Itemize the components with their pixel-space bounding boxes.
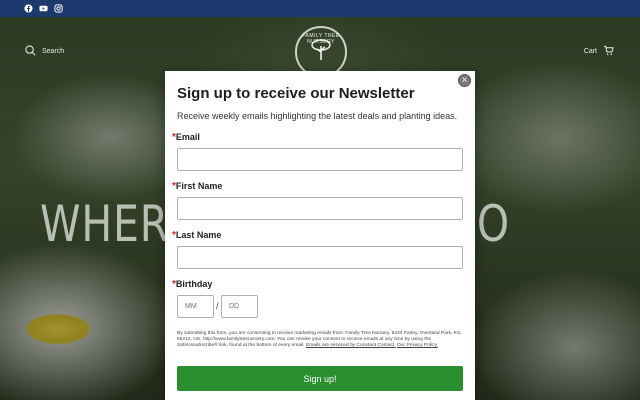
birthday-month-field[interactable] (177, 295, 214, 318)
cart-label: Cart (583, 48, 597, 55)
consent-text: By submitting this form, you are consent… (177, 331, 462, 348)
email-field[interactable] (177, 148, 463, 171)
modal-subtitle: Receive weekly emails highlighting the l… (177, 111, 458, 121)
close-button[interactable]: × (458, 74, 471, 87)
first-name-field[interactable] (177, 197, 463, 220)
search-label: Search (42, 48, 65, 55)
modal-title: Sign up to receive our Newsletter (177, 85, 415, 102)
birthday-label: *Birthday (172, 279, 213, 290)
last-name-label: *Last Name (172, 230, 222, 241)
privacy-policy-link[interactable]: Our Privacy Policy. (397, 343, 438, 348)
first-name-label: *First Name (172, 181, 223, 192)
header-cart[interactable]: Cart (584, 45, 614, 58)
birthday-day-field[interactable] (221, 295, 258, 318)
date-separator: / (216, 301, 219, 311)
facebook-icon[interactable] (24, 4, 33, 13)
sign-up-button[interactable]: Sign up! (177, 366, 463, 391)
instagram-icon[interactable] (54, 4, 63, 13)
constant-contact-link[interactable]: Emails are serviced by Constant Contact. (306, 343, 396, 348)
cart-icon (603, 45, 614, 58)
close-icon: × (461, 74, 468, 86)
last-name-field[interactable] (177, 246, 463, 269)
newsletter-modal: × Sign up to receive our Newsletter Rece… (165, 71, 475, 400)
email-label: *Email (172, 132, 200, 143)
header-search[interactable]: Search (25, 45, 64, 58)
top-announcement-bar (0, 0, 640, 17)
search-icon (25, 45, 36, 58)
youtube-icon[interactable] (39, 4, 48, 13)
logo-text: FAMILY TREE NURSERY (302, 33, 340, 45)
